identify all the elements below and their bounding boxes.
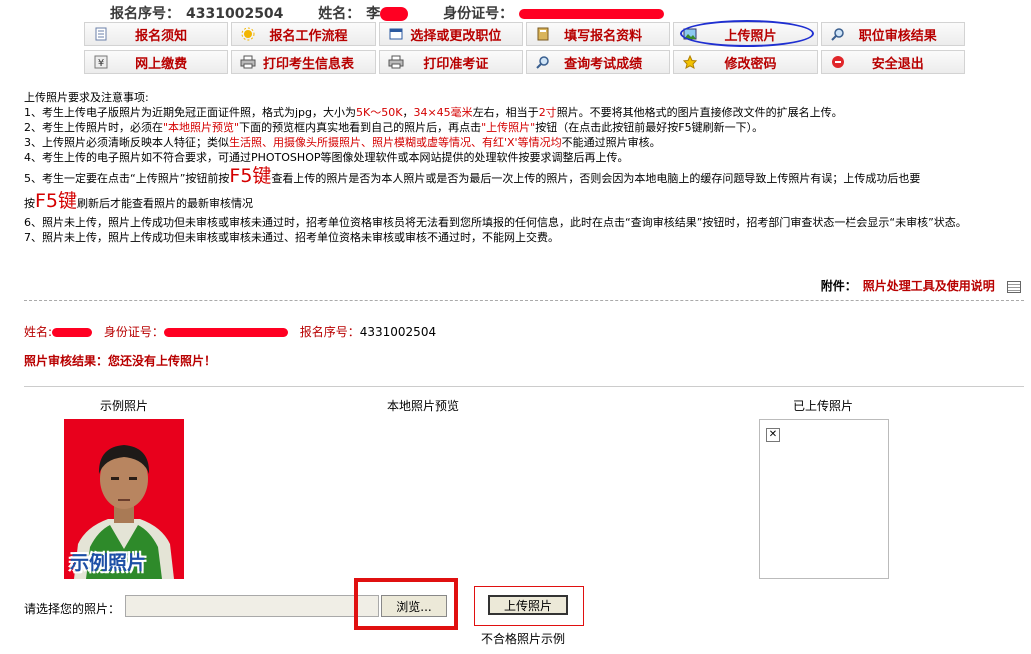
nav-label: 选择或更改职位 [410,28,502,44]
book-icon [535,26,551,42]
nav-r1-5[interactable]: 职位审核结果 [820,22,965,46]
document-icon [93,26,109,42]
cand-id-label: 身份证号： [103,325,164,339]
attachment-label: 附件： [820,279,857,293]
divider [24,300,1024,301]
redaction-mark [519,9,665,19]
nav-label: 安全退出 [871,56,924,72]
svg-text:¥: ¥ [98,58,104,69]
cand-reg-label: 报名序号： [299,325,360,339]
yen-icon: ¥ [93,54,109,70]
sun-icon [240,26,256,42]
note-4: 4、考生上传的电子照片如不符合要求，可通过PHOTOSHOP等图像处理软件或本网… [24,151,629,164]
id-label: 身份证号： [443,6,514,22]
cand-name-label: 姓名: [24,325,53,339]
local-preview-heading: 本地照片预览 [387,399,460,413]
search-icon [830,26,846,42]
note-6: 6、照片未上传，照片上传成功但未审核或审核未通过时，招考单位资格审核员将无法看到… [24,216,967,229]
nav-r1-1[interactable]: 报名工作流程 [231,22,376,46]
upload-photo-button[interactable]: 上传照片 [488,595,568,615]
upload-requirements: 上传照片要求及注意事项: 1、考生上传电子版照片为近期免冠正面证件照，格式为jp… [24,90,1024,245]
redaction-mark [380,7,409,21]
highlight-ellipse [680,20,814,47]
nav-r2-1[interactable]: 打印考生信息表 [231,50,376,74]
name-value: 李 [366,6,381,22]
attachment-line: 附件： 照片处理工具及使用说明 [821,277,1021,294]
nav-r1-0[interactable]: 报名须知 [84,22,229,46]
nav-r2-0[interactable]: ¥ 网上缴费 [84,50,229,74]
redaction-mark [163,328,288,337]
candidate-info-bar: 报名序号： 4331002504 姓名： 李 身份证号： [110,3,670,22]
candidate-summary: 姓名: 身份证号： 报名序号：4331002504 [24,323,436,340]
uploaded-photo-heading: 已上传照片 [793,399,854,413]
nav-label: 打印考生信息表 [262,56,354,72]
cand-reg-value: 4331002504 [359,325,437,339]
stop-icon [830,54,846,70]
note-7: 7、照片未上传，照片上传成功但未审核或审核未通过、招考单位资格未审核或审核不通过… [24,231,559,244]
nav-r2-4[interactable]: 修改密码 [673,50,818,74]
reg-no-value: 4331002504 [186,6,284,22]
browse-highlight-box [354,578,458,630]
notes-title: 上传照片要求及注意事项: [24,91,149,104]
photo-tool-link[interactable]: 照片处理工具及使用说明 [863,279,995,293]
nav-label: 填写报名资料 [564,28,643,44]
nav-r1-2[interactable]: 选择或更改职位 [378,22,523,46]
photo-review-result: 照片审核结果：您还没有上传照片！ [24,354,217,368]
note-5: 5、考生一定要在点击“上传照片”按钮前按F5键查看上传的照片是否为本人照片或是否… [24,165,921,212]
nav-label: 网上缴费 [135,56,188,72]
nav-label: 查询考试成绩 [564,56,643,72]
search-icon [535,54,551,70]
name-label: 姓名： [318,6,361,22]
sample-photo: 示例照片 [64,419,184,579]
note-3: 3、上传照片必须清晰反映本人特征；类似生活照、用摄像头所摄照片、照片模糊或虚等情… [24,136,661,149]
star-icon [682,54,698,70]
window-icon [388,26,404,42]
main-nav: 报名须知 报名工作流程 选择或更改职位 填写报名资料 上传照片 职位审核结果 ¥ 网上缴费打… [84,22,968,78]
nav-r2-2[interactable]: 打印准考证 [378,50,523,74]
nav-label: 打印准考证 [423,56,489,72]
choose-photo-label: 请选择您的照片： [24,602,121,616]
redaction-mark [52,328,93,337]
uploaded-photo-frame: ✕ [759,419,889,579]
note-1: 1、考生上传电子版照片为近期免冠正面证件照，格式为jpg，大小为5K～50K，3… [24,106,843,119]
nav-label: 职位审核结果 [858,28,937,44]
nav-label: 报名须知 [135,28,188,44]
manual-icon[interactable] [1007,280,1021,293]
note-2: 2、考生上传照片时，必须在"本地照片预览"下面的预览框内真实地看到自己的照片后，… [24,121,764,134]
printer-icon [240,54,256,70]
nav-r1-3[interactable]: 填写报名资料 [525,22,671,46]
nav-r2-5[interactable]: 安全退出 [820,50,965,74]
printer-icon [388,54,404,70]
nav-r2-3[interactable]: 查询考试成绩 [525,50,671,74]
file-path-input[interactable] [125,595,379,617]
nav-label: 修改密码 [724,56,777,72]
sample-caption: 示例照片 [70,552,147,574]
bad-photo-sample-link[interactable]: 不合格照片示例 [481,630,565,647]
sample-photo-heading: 示例照片 [100,399,149,413]
reg-no-label: 报名序号： [110,6,180,22]
divider [24,386,1024,387]
broken-image-icon: ✕ [766,428,780,442]
nav-label: 报名工作流程 [269,28,348,44]
